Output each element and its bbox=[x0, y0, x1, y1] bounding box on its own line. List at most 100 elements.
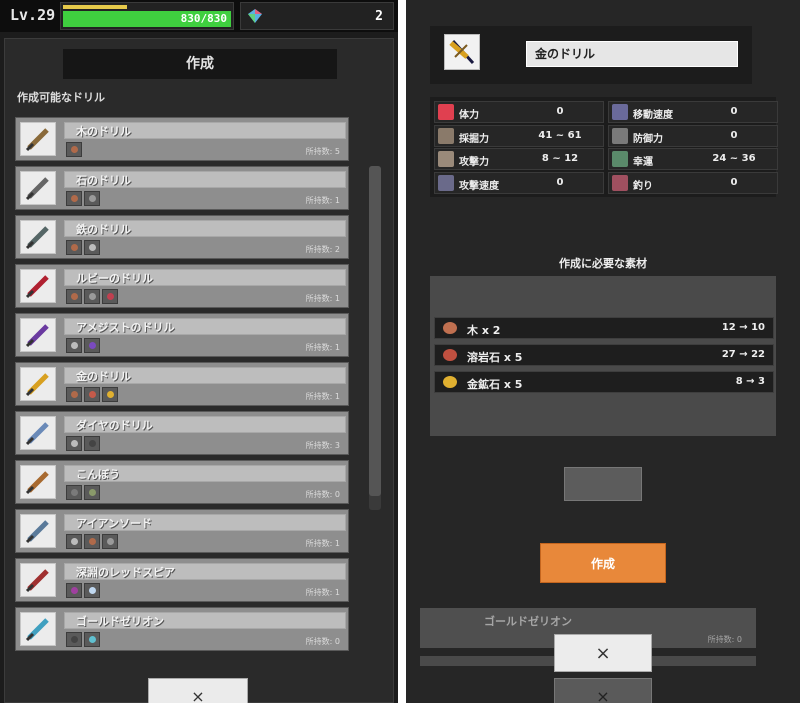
scrollbar[interactable] bbox=[369, 166, 381, 510]
owned-count: 所持数: 0 bbox=[305, 637, 340, 646]
drill-icon bbox=[25, 422, 49, 446]
stat-value: 24 ~ 36 bbox=[712, 153, 756, 164]
stat-icon bbox=[612, 104, 628, 120]
stat-icon bbox=[612, 174, 628, 191]
item-name: 木のドリル bbox=[76, 125, 131, 138]
stat-value: 0 bbox=[556, 106, 564, 117]
material-icon bbox=[102, 387, 118, 402]
list-item[interactable]: 深淵のレッドスピア 所持数: 1 bbox=[15, 558, 349, 602]
stat-label: 幸運 bbox=[633, 157, 653, 168]
stat-icon bbox=[438, 104, 454, 120]
list-item[interactable]: 石のドリル 所持数: 1 bbox=[15, 166, 349, 210]
material-icon bbox=[84, 387, 100, 402]
material-icon bbox=[84, 240, 100, 255]
material-icon bbox=[84, 583, 100, 598]
material-icons bbox=[66, 436, 102, 452]
item-icon bbox=[20, 416, 56, 450]
owned-count: 所持数: 1 bbox=[305, 392, 340, 401]
panel-title: 作成 bbox=[63, 49, 337, 79]
material-icon bbox=[84, 632, 100, 647]
material-icon bbox=[66, 191, 82, 206]
drill-icon bbox=[25, 373, 49, 397]
owned-count: 所持数: 0 bbox=[305, 490, 340, 499]
gem-count: 2 bbox=[375, 9, 383, 24]
item-icon bbox=[20, 171, 56, 205]
material-icon bbox=[66, 338, 82, 353]
item-icon bbox=[20, 220, 56, 254]
material-icon bbox=[84, 338, 100, 353]
list-item[interactable]: 木のドリル所持数: 5 bbox=[15, 117, 349, 161]
list-subtitle: 作成可能なドリル bbox=[17, 91, 105, 104]
scrollbar-thumb[interactable] bbox=[369, 166, 381, 496]
material-icon bbox=[66, 583, 82, 598]
stat-icon bbox=[612, 151, 628, 167]
material-requirement: 木 x 2 12 → 10 bbox=[434, 317, 774, 339]
list-item[interactable]: ゴールドゼリオン所持数: 0 bbox=[15, 607, 349, 651]
item-icon bbox=[20, 269, 56, 303]
item-name-field: 金のドリル bbox=[526, 41, 738, 67]
item-name: 深淵のレッドスピア bbox=[76, 566, 175, 579]
stats-grid: 体力 0 移動速度 0 採掘力 41 ~ 61 防御力 0 攻撃力 8 ~ 12 幸運 24 ~ 36… bbox=[430, 97, 778, 197]
material-requirement: 金鉱石 x 5 8 → 3 bbox=[434, 371, 774, 393]
drill-icon bbox=[25, 618, 49, 642]
owned-count: 所持数: 3 bbox=[305, 441, 340, 450]
list-item[interactable]: 鉄のドリル 所持数: 2 bbox=[15, 215, 349, 259]
material-icons bbox=[66, 632, 102, 648]
stat-icon bbox=[612, 127, 628, 144]
stat-row: 防御力 0 bbox=[608, 124, 778, 147]
material-icon bbox=[66, 632, 82, 647]
list-item[interactable]: ルビーのドリル 所持数: 1 bbox=[15, 264, 349, 308]
close-button[interactable]: × bbox=[148, 678, 248, 703]
hp-text: 830/830 bbox=[180, 12, 227, 25]
stat-label: 体力 bbox=[459, 110, 479, 121]
material-icon bbox=[84, 534, 100, 549]
material-icon bbox=[84, 436, 100, 451]
craft-panel: 作成 作成可能なドリル 木のドリル所持数: 5 石のドリル 所持数: 1 鉄のドリル所… bbox=[4, 38, 394, 703]
stat-label: 防御力 bbox=[633, 133, 663, 145]
stat-row: 体力 0 bbox=[434, 101, 604, 123]
material-icon bbox=[66, 485, 82, 500]
drill-icon bbox=[25, 226, 49, 250]
background-row-name: ゴールドゼリオン bbox=[484, 615, 572, 628]
item-name: アメジストのドリル bbox=[76, 321, 175, 334]
material-name: 木 x 2 bbox=[467, 324, 501, 337]
item-name: ゴールドゼリオン bbox=[76, 615, 164, 628]
gem-icon bbox=[248, 9, 262, 23]
craft-button[interactable]: 作成 bbox=[540, 543, 666, 583]
quantity-slot[interactable] bbox=[564, 467, 642, 501]
material-icons bbox=[66, 289, 120, 305]
item-icon bbox=[20, 563, 56, 597]
material-icon bbox=[443, 349, 457, 361]
list-item[interactable]: アメジストのドリル 所持数: 1 bbox=[15, 313, 349, 357]
list-item[interactable]: 金のドリル 所持数: 1 bbox=[15, 362, 349, 406]
list-item[interactable]: ダイヤのドリル所持数: 3 bbox=[15, 411, 349, 455]
stat-row: 採掘力 41 ~ 61 bbox=[434, 124, 604, 147]
close-button[interactable]: × bbox=[554, 634, 652, 672]
list-item[interactable]: アイアンソード 所持数: 1 bbox=[15, 509, 349, 553]
item-name: ダイヤのドリル bbox=[76, 419, 153, 432]
material-icon bbox=[66, 387, 82, 402]
gem-counter[interactable]: 2 bbox=[240, 2, 394, 30]
stat-icon bbox=[438, 127, 454, 144]
stat-value: 41 ~ 61 bbox=[538, 129, 582, 141]
material-icon bbox=[66, 289, 82, 304]
stat-label: 採掘力 bbox=[459, 133, 489, 145]
craft-detail-screen: 金のドリル 体力 0 移動速度 0 採掘力 41 ~ 61 防御力 0 攻撃力 8 ~ 12 幸運 2… bbox=[406, 0, 800, 703]
stat-value: 0 bbox=[556, 176, 564, 188]
craftable-list[interactable]: 木のドリル所持数: 5 石のドリル 所持数: 1 鉄のドリル 所持数: 2 ルビーのドリル… bbox=[15, 117, 349, 665]
material-icon bbox=[443, 322, 457, 334]
item-icon bbox=[20, 612, 56, 646]
owned-count: 所持数: 1 bbox=[305, 294, 340, 303]
drill-icon bbox=[25, 520, 49, 544]
required-materials-title: 作成に必要な素材 bbox=[559, 257, 647, 270]
material-counts: 27 → 22 bbox=[721, 349, 765, 360]
list-item[interactable]: こんぼう 所持数: 0 bbox=[15, 460, 349, 504]
owned-count: 所持数: 5 bbox=[305, 147, 340, 156]
stat-value: 8 ~ 12 bbox=[541, 153, 579, 164]
item-icon bbox=[20, 367, 56, 401]
exp-bar bbox=[63, 5, 127, 9]
drill-icon bbox=[25, 471, 49, 495]
stat-icon bbox=[438, 174, 454, 191]
material-icons bbox=[66, 191, 102, 207]
item-icon-box bbox=[444, 34, 480, 70]
